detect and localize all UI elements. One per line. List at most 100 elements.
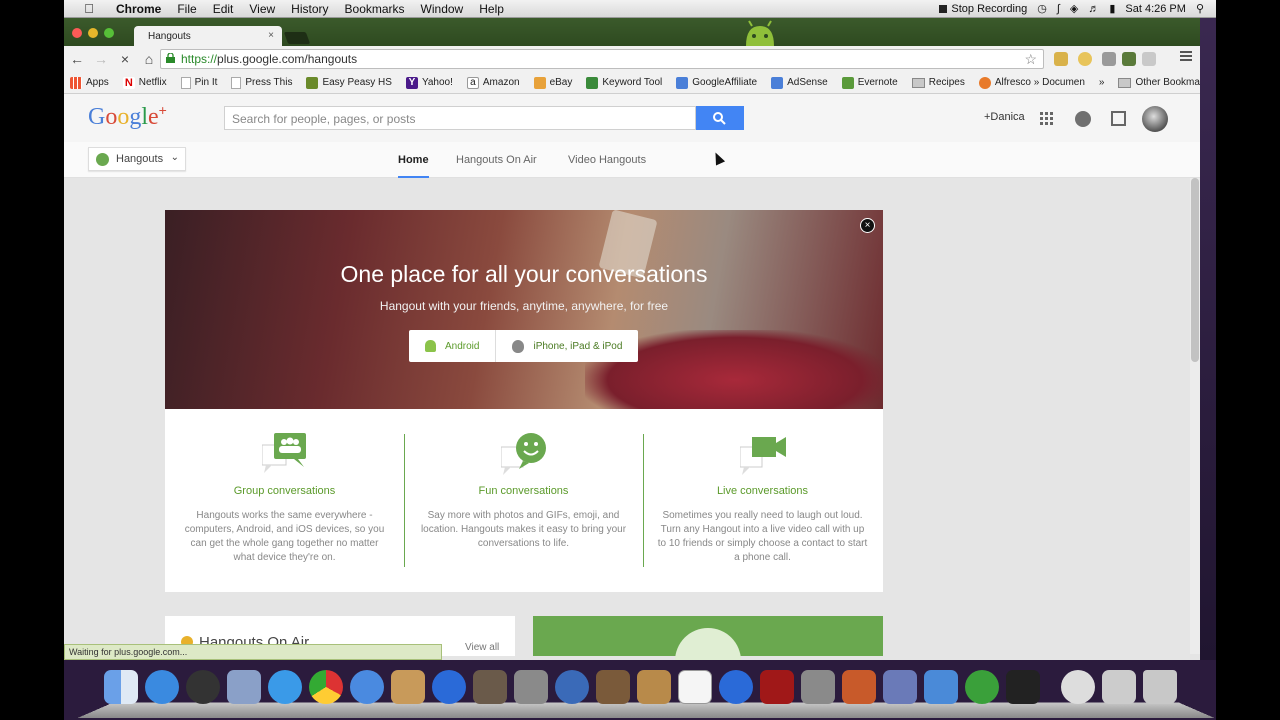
app-launcher-icon[interactable] bbox=[1006, 670, 1040, 704]
documents-stack-icon[interactable] bbox=[1102, 670, 1136, 704]
stop-recording-item[interactable]: Stop Recording bbox=[939, 3, 1027, 15]
bookmark-label: AdSense bbox=[787, 77, 828, 88]
no-entry-icon[interactable] bbox=[965, 670, 999, 704]
forward-arrow-icon[interactable]: → bbox=[90, 51, 112, 67]
menu-view[interactable]: View bbox=[249, 2, 275, 16]
bookmark-star-icon[interactable]: ☆ bbox=[1024, 51, 1037, 68]
apple-icon bbox=[512, 339, 525, 353]
avatar[interactable] bbox=[1142, 106, 1168, 132]
close-window-icon[interactable] bbox=[72, 28, 82, 38]
imovie-icon[interactable] bbox=[514, 670, 548, 704]
search-input[interactable]: Search for people, pages, or posts bbox=[224, 106, 696, 130]
address-book-icon[interactable] bbox=[391, 670, 425, 704]
bookmark-recipes[interactable]: Recipes bbox=[911, 77, 965, 88]
browser-tab-hangouts[interactable]: Hangouts × bbox=[134, 26, 282, 46]
volume-icon[interactable]: ♬ bbox=[1088, 3, 1099, 15]
extension-honey-icon[interactable] bbox=[1078, 52, 1092, 66]
menu-file[interactable]: File bbox=[177, 2, 196, 16]
time-machine-icon[interactable]: ◷ bbox=[1037, 2, 1047, 15]
address-bar[interactable]: https://plus.google.com/hangouts ☆ bbox=[160, 49, 1044, 69]
extension-translate-icon[interactable] bbox=[1102, 52, 1116, 66]
search-button[interactable] bbox=[696, 106, 744, 130]
android-download-button[interactable]: Android bbox=[409, 330, 497, 362]
menu-window[interactable]: Window bbox=[421, 2, 464, 16]
notifications-bell-icon[interactable] bbox=[1075, 111, 1091, 127]
menu-bookmarks[interactable]: Bookmarks bbox=[345, 2, 405, 16]
safari-icon[interactable] bbox=[268, 670, 302, 704]
bookmark-label: Keyword Tool bbox=[602, 77, 663, 88]
instruments-icon[interactable] bbox=[883, 670, 917, 704]
product-switcher[interactable]: Hangouts ⌄ bbox=[88, 147, 186, 171]
bookmark-amazon[interactable]: a Amazon bbox=[466, 76, 520, 89]
dvd-player-icon[interactable] bbox=[555, 670, 589, 704]
main-content: × One place for all your conversations H… bbox=[64, 178, 1200, 660]
google-plus-logo[interactable]: Google+ bbox=[88, 102, 167, 131]
stop-loading-icon[interactable]: × bbox=[114, 51, 136, 67]
iphoto-icon[interactable] bbox=[473, 670, 507, 704]
bookmark-easy-peasy[interactable]: Easy Peasy HS bbox=[306, 76, 392, 89]
apps-grid-icon[interactable] bbox=[1040, 112, 1054, 126]
minimize-window-icon[interactable] bbox=[88, 28, 98, 38]
extension-clip-icon[interactable] bbox=[1142, 52, 1156, 66]
menu-app-name[interactable]: Chrome bbox=[116, 2, 161, 16]
wifi-icon[interactable]: ◈ bbox=[1070, 2, 1078, 15]
scrollbar-thumb[interactable] bbox=[1191, 178, 1199, 362]
zoom-window-icon[interactable] bbox=[104, 28, 114, 38]
finder-icon[interactable] bbox=[104, 670, 138, 704]
tab-video-hangouts[interactable]: Video Hangouts bbox=[568, 154, 646, 166]
app-store-icon[interactable] bbox=[145, 670, 179, 704]
battery-icon[interactable]: ▮ bbox=[1109, 2, 1115, 15]
chrome-icon[interactable] bbox=[309, 670, 343, 704]
downloads-stack-icon[interactable] bbox=[1061, 670, 1095, 704]
keynote-icon[interactable] bbox=[842, 670, 876, 704]
bookmark-google-affiliate[interactable]: GoogleAffiliate bbox=[676, 76, 757, 89]
bookmark-pin-it[interactable]: Pin It bbox=[180, 76, 217, 89]
extension-cookie-icon[interactable] bbox=[1054, 52, 1068, 66]
close-icon[interactable]: × bbox=[860, 218, 875, 233]
menu-help[interactable]: Help bbox=[479, 2, 504, 16]
home-icon[interactable]: ⌂ bbox=[138, 51, 160, 67]
bookmark-yahoo[interactable]: Y Yahoo! bbox=[405, 76, 453, 89]
bookmarks-overflow-icon[interactable]: » bbox=[1099, 77, 1105, 88]
other-bookmarks[interactable]: » Other Bookmarks bbox=[1099, 77, 1200, 88]
menu-history[interactable]: History bbox=[291, 2, 328, 16]
extension-evernote-icon[interactable] bbox=[1122, 52, 1136, 66]
bookmark-press-this[interactable]: Press This bbox=[231, 76, 292, 89]
calendar-icon[interactable] bbox=[678, 670, 712, 704]
apple-menu-icon[interactable]:  bbox=[78, 1, 100, 16]
mail-stamp-icon[interactable] bbox=[227, 670, 261, 704]
facetime-chat-icon[interactable] bbox=[350, 670, 384, 704]
tab-hangouts-on-air[interactable]: Hangouts On Air bbox=[456, 154, 537, 166]
view-all-link[interactable]: View all bbox=[465, 642, 499, 653]
bookmark-evernote[interactable]: Evernote bbox=[841, 76, 898, 89]
garageband-icon[interactable] bbox=[596, 670, 630, 704]
itunes-icon[interactable] bbox=[432, 670, 466, 704]
back-arrow-icon[interactable]: ← bbox=[66, 51, 88, 67]
bookmark-netflix[interactable]: N Netflix bbox=[122, 76, 167, 89]
tab-home[interactable]: Home bbox=[398, 154, 429, 178]
bookmark-alfresco[interactable]: Alfresco » Documen bbox=[978, 76, 1085, 89]
dashboard-icon[interactable] bbox=[186, 670, 220, 704]
bookmark-keyword-tool[interactable]: Keyword Tool bbox=[586, 76, 663, 89]
menu-clock[interactable]: Sat 4:26 PM bbox=[1125, 3, 1186, 15]
share-plus-icon[interactable] bbox=[1111, 111, 1126, 126]
trash-icon[interactable] bbox=[1143, 670, 1177, 704]
spotlight-icon[interactable]: ⚲ bbox=[1196, 2, 1204, 15]
numbers-icon[interactable] bbox=[924, 670, 958, 704]
system-preferences-icon[interactable] bbox=[801, 670, 835, 704]
preview-icon[interactable] bbox=[637, 670, 671, 704]
bluetooth-icon[interactable]: ∫ bbox=[1057, 3, 1060, 15]
bookmark-ebay[interactable]: eBay bbox=[533, 76, 572, 89]
mac-dock bbox=[77, 662, 1215, 720]
tab-close-icon[interactable]: × bbox=[268, 30, 274, 41]
bookmark-apps[interactable]: Apps bbox=[70, 76, 109, 89]
menu-edit[interactable]: Edit bbox=[213, 2, 234, 16]
new-tab-button[interactable] bbox=[283, 32, 311, 44]
chrome-menu-icon[interactable] bbox=[1180, 51, 1192, 63]
time-machine-dock-icon[interactable] bbox=[719, 670, 753, 704]
photo-booth-icon[interactable] bbox=[760, 670, 794, 704]
group-chat-icon bbox=[262, 433, 306, 473]
bookmark-adsense[interactable]: AdSense bbox=[771, 76, 828, 89]
user-profile-link[interactable]: +Danica bbox=[984, 111, 1025, 123]
ios-download-button[interactable]: iPhone, iPad & iPod bbox=[496, 330, 638, 362]
